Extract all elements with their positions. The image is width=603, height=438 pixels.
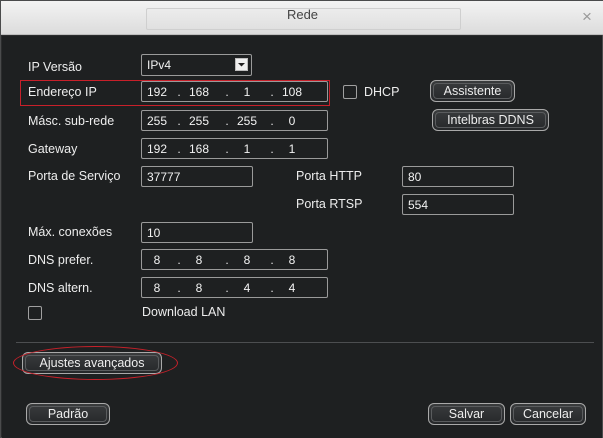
octet-separator: . [270, 114, 274, 128]
octet-separator: . [177, 281, 181, 295]
gateway-octet-2[interactable]: 168 [184, 142, 214, 156]
http-port-field[interactable]: 80 [402, 166, 514, 187]
cancel-button[interactable]: Cancelar [510, 403, 586, 425]
octet-separator: . [270, 142, 274, 156]
title-bar[interactable]: Rede × [1, 1, 603, 35]
dns-alternate-field[interactable]: 8 . 8 . 4 . 4 [141, 277, 328, 298]
rtsp-port-field[interactable]: 554 [402, 194, 514, 215]
octet-separator: . [270, 253, 274, 267]
dns-alternate-octet-1[interactable]: 8 [142, 281, 172, 295]
rtsp-port-label: Porta RTSP [296, 197, 363, 211]
service-port-label: Porta de Serviço [28, 169, 121, 183]
gateway-octet-3[interactable]: 1 [232, 142, 262, 156]
save-button[interactable]: Salvar [428, 403, 505, 425]
close-icon[interactable]: × [577, 7, 597, 27]
octet-separator: . [270, 281, 274, 295]
gateway-field[interactable]: 192 . 168 . 1 . 1 [141, 138, 328, 159]
download-lan-label: Download LAN [142, 305, 226, 319]
dns-alternate-label: DNS altern. [28, 281, 93, 295]
ip-version-value: IPv4 [147, 58, 172, 72]
ip-address-highlight [20, 80, 330, 106]
max-connections-value: 10 [147, 226, 161, 240]
subnet-octet-3[interactable]: 255 [232, 114, 262, 128]
dialog-title: Rede [286, 7, 319, 22]
octet-separator: . [177, 114, 181, 128]
assistant-button[interactable]: Assistente [430, 80, 515, 102]
gateway-octet-4[interactable]: 1 [277, 142, 307, 156]
chevron-down-icon[interactable] [235, 58, 248, 71]
dns-alternate-octet-4[interactable]: 4 [277, 281, 307, 295]
divider [16, 342, 594, 343]
max-connections-field[interactable]: 10 [141, 222, 253, 243]
intelbras-ddns-button[interactable]: Intelbras DDNS [432, 109, 549, 131]
octet-separator: . [225, 253, 229, 267]
subnet-mask-label: Másc. sub-rede [28, 114, 115, 128]
http-port-value: 80 [408, 170, 422, 184]
dns-alternate-octet-3[interactable]: 4 [232, 281, 262, 295]
service-port-value: 37777 [147, 170, 181, 184]
dns-preferred-field[interactable]: 8 . 8 . 8 . 8 [141, 249, 328, 270]
dns-preferred-octet-4[interactable]: 8 [277, 253, 307, 267]
octet-separator: . [177, 253, 181, 267]
octet-separator: . [225, 114, 229, 128]
network-dialog: Rede × IP Versão IPv4 Endereço IP 192 . … [0, 0, 603, 438]
dhcp-label: DHCP [364, 85, 400, 99]
dns-preferred-octet-1[interactable]: 8 [142, 253, 172, 267]
octet-separator: . [177, 142, 181, 156]
gateway-label: Gateway [28, 142, 78, 156]
download-lan-checkbox[interactable] [28, 306, 42, 320]
subnet-mask-field[interactable]: 255 . 255 . 255 . 0 [141, 110, 328, 131]
ip-version-label: IP Versão [28, 60, 82, 74]
dns-preferred-octet-3[interactable]: 8 [232, 253, 262, 267]
subnet-octet-2[interactable]: 255 [184, 114, 214, 128]
ip-version-select[interactable]: IPv4 [141, 54, 252, 76]
dialog-body: IP Versão IPv4 Endereço IP 192 . 168 . 1… [2, 36, 602, 438]
default-button[interactable]: Padrão [26, 403, 110, 425]
subnet-octet-1[interactable]: 255 [142, 114, 172, 128]
dns-preferred-octet-2[interactable]: 8 [184, 253, 214, 267]
gateway-octet-1[interactable]: 192 [142, 142, 172, 156]
dns-preferred-label: DNS prefer. [28, 253, 94, 267]
advanced-settings-highlight [13, 346, 178, 380]
octet-separator: . [225, 281, 229, 295]
rtsp-port-value: 554 [408, 198, 429, 212]
dhcp-checkbox[interactable] [343, 85, 357, 99]
subnet-octet-4[interactable]: 0 [277, 114, 307, 128]
octet-separator: . [225, 142, 229, 156]
dns-alternate-octet-2[interactable]: 8 [184, 281, 214, 295]
max-connections-label: Máx. conexões [28, 225, 113, 239]
http-port-label: Porta HTTP [296, 169, 362, 183]
service-port-field[interactable]: 37777 [141, 166, 253, 187]
